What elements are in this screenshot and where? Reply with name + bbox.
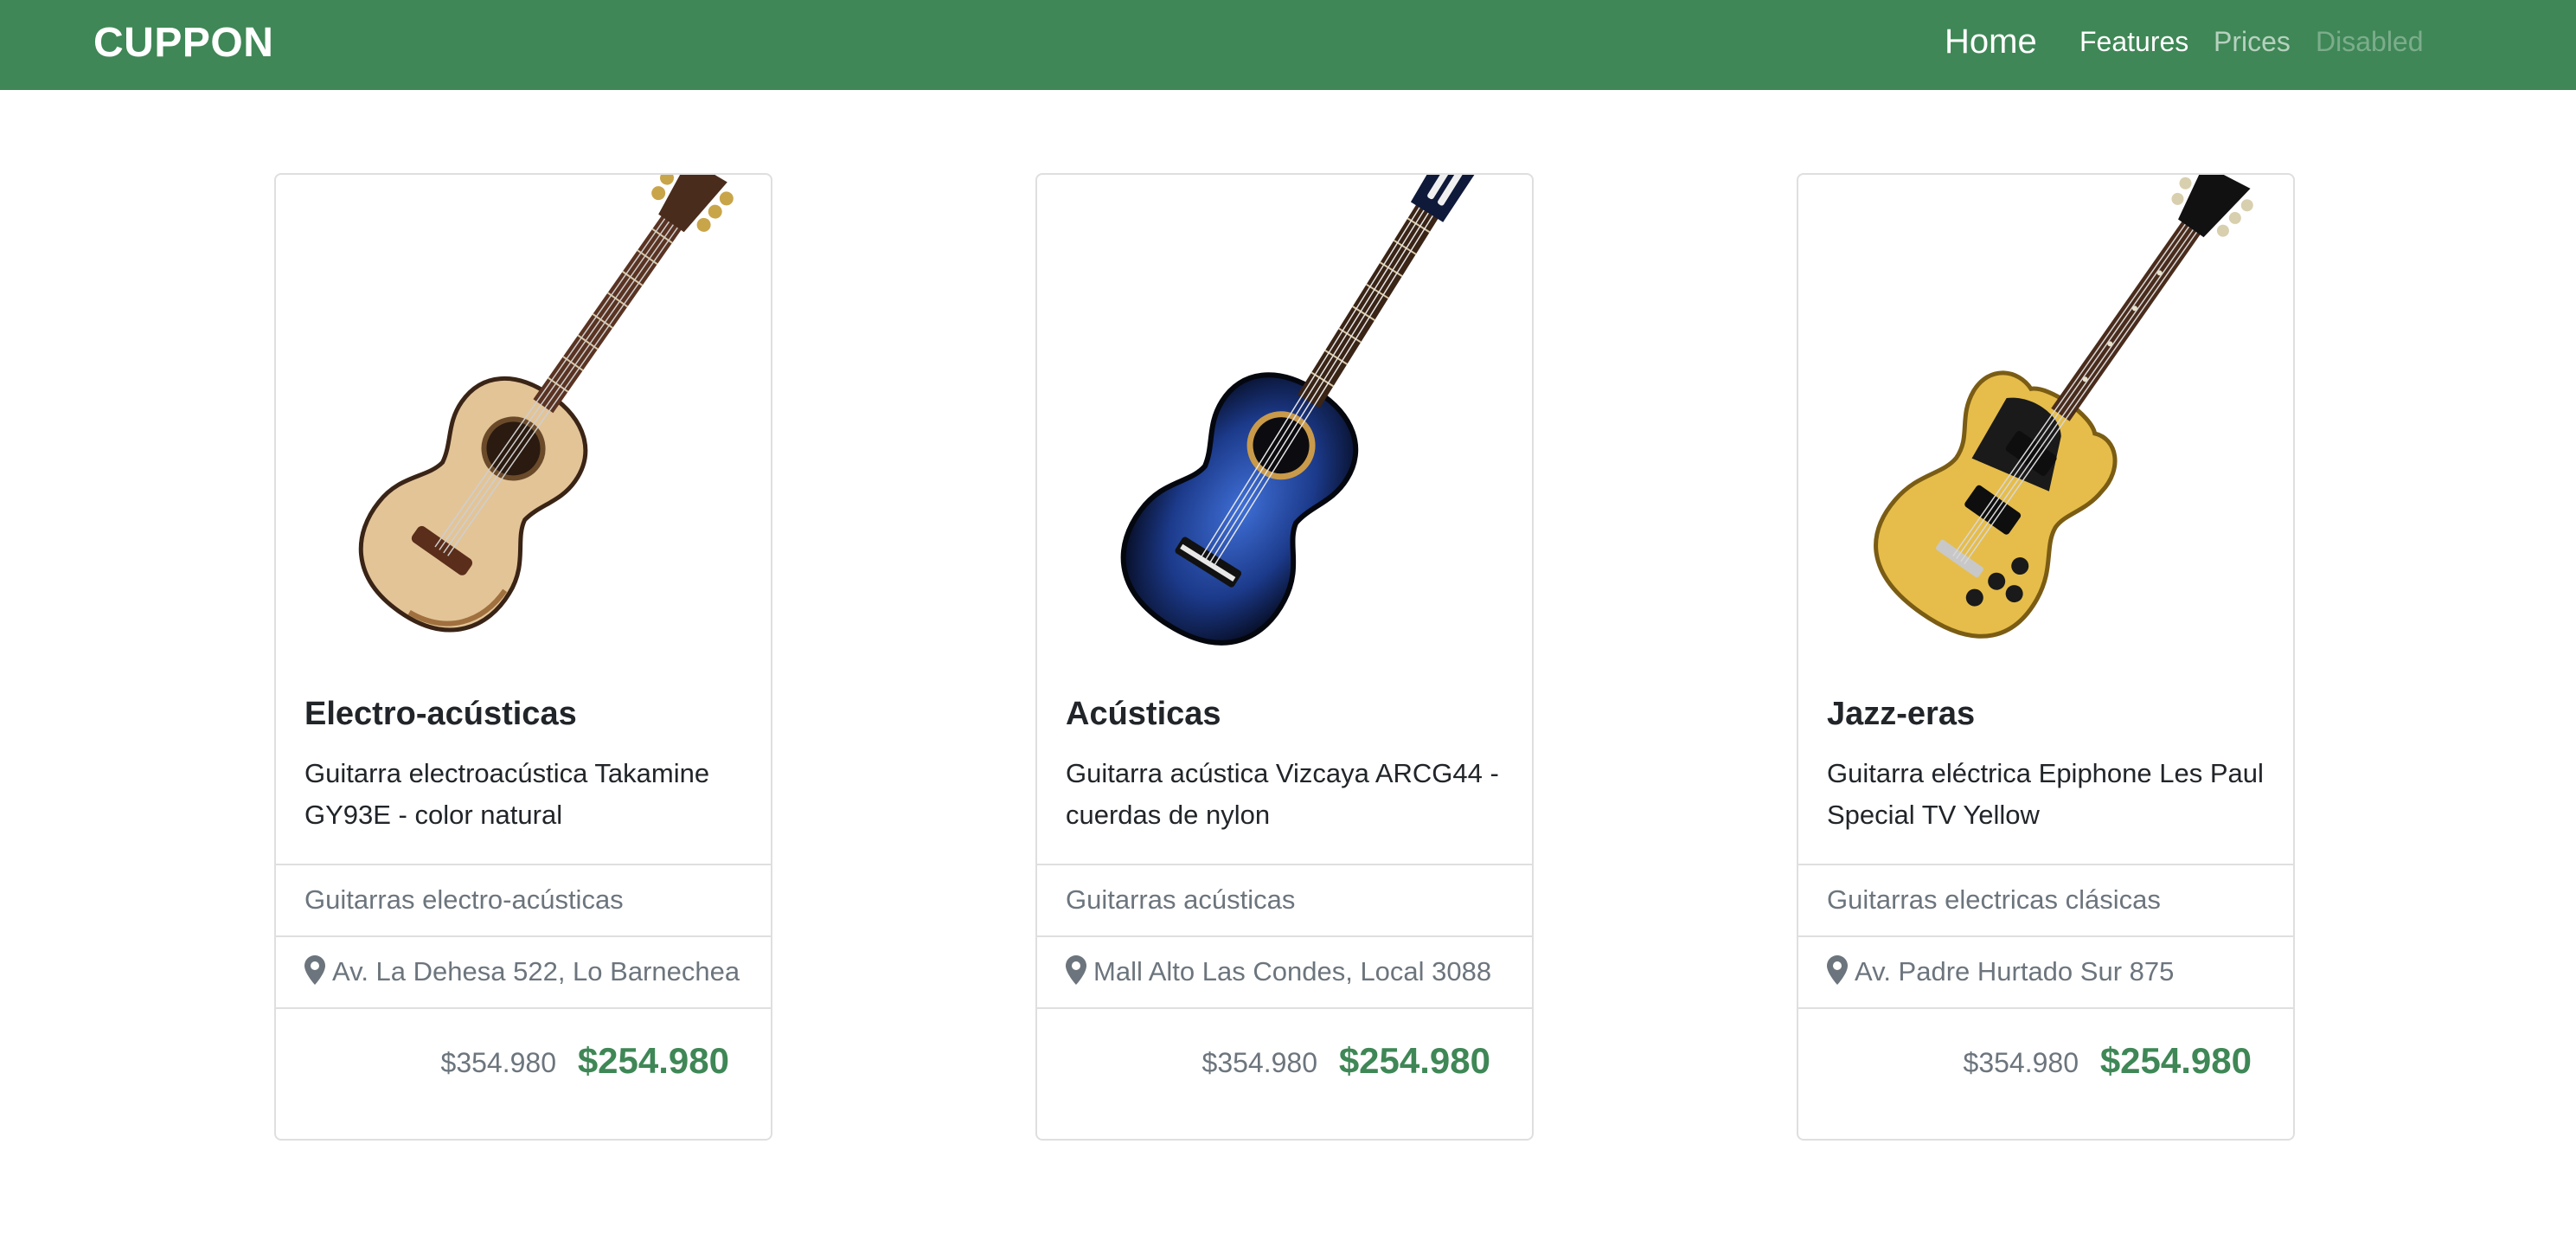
card-category: Guitarras electricas clásicas — [1798, 864, 2293, 935]
nav-link-prices[interactable]: Prices — [2214, 0, 2291, 87]
product-card: Electro-acústicas Guitarra electroacústi… — [274, 173, 772, 1141]
card-location: Mall Alto Las Condes, Local 3088 — [1037, 935, 1532, 1007]
location-text: Mall Alto Las Condes, Local 3088 — [1093, 956, 1492, 987]
card-category: Guitarras electro-acústicas — [276, 864, 771, 935]
card-price-row: $354.980 $254.980 — [1798, 1007, 2293, 1139]
location-text: Av. Padre Hurtado Sur 875 — [1855, 956, 2175, 987]
product-card: Acústicas Guitarra acústica Vizcaya ARCG… — [1035, 173, 1534, 1141]
map-marker-icon — [304, 954, 325, 985]
card-details-list: Guitarras acústicas Mall Alto Las Condes… — [1037, 864, 1532, 1139]
card-price-row: $354.980 $254.980 — [276, 1007, 771, 1139]
card-details-list: Guitarras electro-acústicas Av. La Dehes… — [276, 864, 771, 1139]
card-description: Guitarra electroacústica Takamine GY93E … — [304, 758, 710, 830]
product-card: Jazz-eras Guitarra eléctrica Epiphone Le… — [1797, 173, 2295, 1141]
card-title: Jazz-eras — [1827, 696, 1976, 732]
location-text: Av. La Dehesa 522, Lo Barnechea — [332, 956, 740, 987]
card-price-row: $354.980 $254.980 — [1037, 1007, 1532, 1139]
product-image — [1037, 175, 1532, 668]
acoustic-guitar-natural-icon — [358, 175, 734, 633]
product-image — [276, 175, 771, 668]
card-title: Electro-acústicas — [304, 696, 577, 732]
card-description: Guitarra eléctrica Epiphone Les Paul Spe… — [1827, 758, 2264, 830]
card-location: Av. Padre Hurtado Sur 875 — [1798, 935, 2293, 1007]
map-marker-icon — [1827, 954, 1848, 985]
nav-links: Home Features Prices Disabled — [0, 0, 2576, 90]
product-image — [1798, 175, 2293, 668]
old-price: $354.980 — [1963, 1047, 2079, 1078]
card-description: Guitarra acústica Vizcaya ARCG44 - cuerd… — [1066, 758, 1499, 830]
nav-link-home[interactable]: Home — [1945, 0, 2037, 87]
old-price: $354.980 — [440, 1047, 556, 1078]
navbar: CUPPON Home Features Prices Disabled — [0, 0, 2576, 90]
map-marker-icon — [1066, 954, 1086, 985]
nav-link-features[interactable]: Features — [2079, 0, 2188, 87]
card-details-list: Guitarras electricas clásicas Av. Padre … — [1798, 864, 2293, 1139]
old-price: $354.980 — [1201, 1047, 1317, 1078]
card-title: Acústicas — [1066, 696, 1221, 732]
current-price: $254.980 — [2099, 1040, 2252, 1081]
current-price: $254.980 — [577, 1040, 729, 1081]
card-location: Av. La Dehesa 522, Lo Barnechea — [276, 935, 771, 1007]
classical-guitar-blue-icon — [1120, 175, 1480, 646]
electric-guitar-yellow-icon — [1874, 175, 2253, 639]
card-category: Guitarras acústicas — [1037, 864, 1532, 935]
current-price: $254.980 — [1338, 1040, 1490, 1081]
nav-link-disabled: Disabled — [2316, 26, 2424, 57]
